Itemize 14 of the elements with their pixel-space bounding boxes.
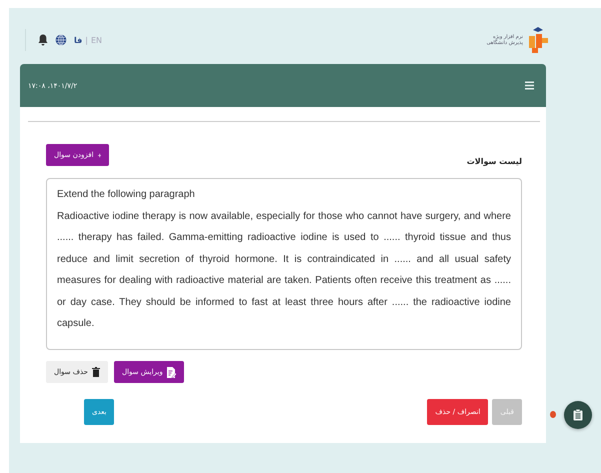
notes-button[interactable] (564, 401, 592, 429)
list-title: لیست سوالات (466, 157, 522, 166)
language-option[interactable]: فا (74, 36, 82, 44)
menu-icon[interactable] (525, 81, 534, 90)
clipboard-icon (573, 409, 583, 421)
logo-icon (527, 27, 549, 53)
trash-icon (92, 367, 100, 377)
globe-icon[interactable] (55, 34, 67, 46)
language-separator: | (85, 36, 88, 44)
document-pen-icon (166, 366, 176, 378)
bell-icon[interactable] (38, 34, 48, 46)
plus-icon (98, 152, 101, 158)
question-text: Radioactive iodine therapy is now available, especially for those who cannot have surgery, and where ...... therapy has failed. Gamma-emitting radioactive iodine is used to ...... thyroid tissue and thus reduce and limit secretion of thyroid hormone. It is contraindicated in ...... and all usual safety measures for dealing with radioactive material are taken. Patients often receive this treatment as ...... or day case. They should be informed to fast at least three hours after ...... the radioactive iodine capsule. (57, 210, 511, 331)
question-title: Extend the following paragraph (57, 188, 196, 202)
